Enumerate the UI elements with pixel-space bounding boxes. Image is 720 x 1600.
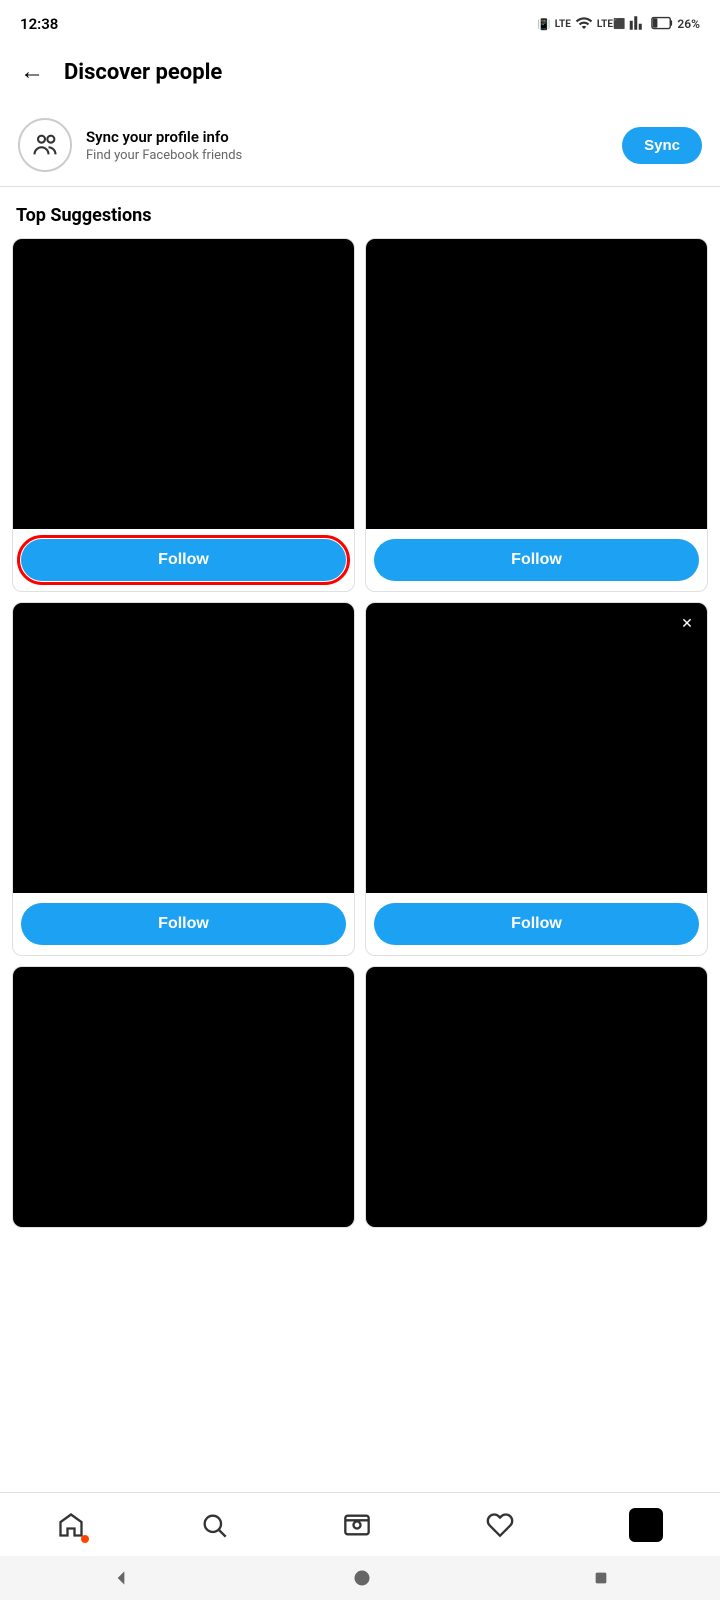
profile-avatar [629,1508,663,1542]
card-image-3 [13,603,354,893]
home-circle-icon [352,1568,372,1588]
signal-icon [629,14,647,35]
card-image-1 [13,239,354,529]
battery-pct: 26% [677,17,700,31]
page-header: ← Discover people [0,44,720,104]
sync-subtitle: Find your Facebook friends [86,148,608,163]
dismiss-button-4[interactable]: ✕ [675,611,699,635]
heart-icon [486,1511,514,1539]
nav-activity[interactable] [472,1503,528,1547]
recent-square-icon [593,1570,609,1586]
android-nav-bar [0,1556,720,1600]
back-triangle-icon [111,1568,131,1588]
sync-text: Sync your profile info Find your Faceboo… [86,128,608,163]
status-icons: 📳 LTE LTE⬛ 26% [537,14,700,35]
sync-banner: Sync your profile info Find your Faceboo… [0,104,720,187]
status-bar: 12:38 📳 LTE LTE⬛ 26% [0,0,720,44]
vibrate-icon: 📳 [537,18,551,31]
nav-profile[interactable] [615,1500,677,1550]
card-image-4 [366,603,707,893]
card-image-5 [13,967,354,1227]
lte-icon: LTE [555,19,571,30]
sync-icon-circle [18,118,72,172]
suggestion-card-3: Follow [12,602,355,956]
sync-title: Sync your profile info [86,128,608,146]
battery-icon [651,16,673,33]
bottom-nav [0,1492,720,1556]
section-title: Top Suggestions [0,187,720,238]
nav-reels[interactable] [329,1503,385,1547]
page-title: Discover people [64,60,222,85]
sync-button[interactable]: Sync [622,127,702,164]
suggestion-card-4: ✕ Follow [365,602,708,956]
android-back-button[interactable] [111,1568,131,1588]
android-home-button[interactable] [352,1568,372,1588]
suggestion-card-5 [12,966,355,1228]
search-icon [200,1511,228,1539]
follow-button-3[interactable]: Follow [21,903,346,945]
nav-search[interactable] [186,1503,242,1547]
follow-button-2[interactable]: Follow [374,539,699,581]
home-icon [57,1511,85,1539]
wifi-icon [575,14,593,35]
home-notification-dot [81,1535,89,1543]
card-image-6 [366,967,707,1227]
back-button[interactable]: ← [16,54,48,90]
suggestion-card-6 [365,966,708,1228]
people-icon [31,131,59,159]
status-time: 12:38 [20,15,58,33]
suggestion-card-1: Follow [12,238,355,592]
lte2-icon: LTE⬛ [597,19,626,30]
nav-home[interactable] [43,1503,99,1547]
suggestions-grid: Follow Follow Follow ✕ Follow [0,238,720,1240]
follow-button-1[interactable]: Follow [21,539,346,581]
reels-icon [343,1511,371,1539]
card-image-2 [366,239,707,529]
follow-button-4[interactable]: Follow [374,903,699,945]
android-recent-button[interactable] [593,1570,609,1586]
suggestion-card-2: Follow [365,238,708,592]
